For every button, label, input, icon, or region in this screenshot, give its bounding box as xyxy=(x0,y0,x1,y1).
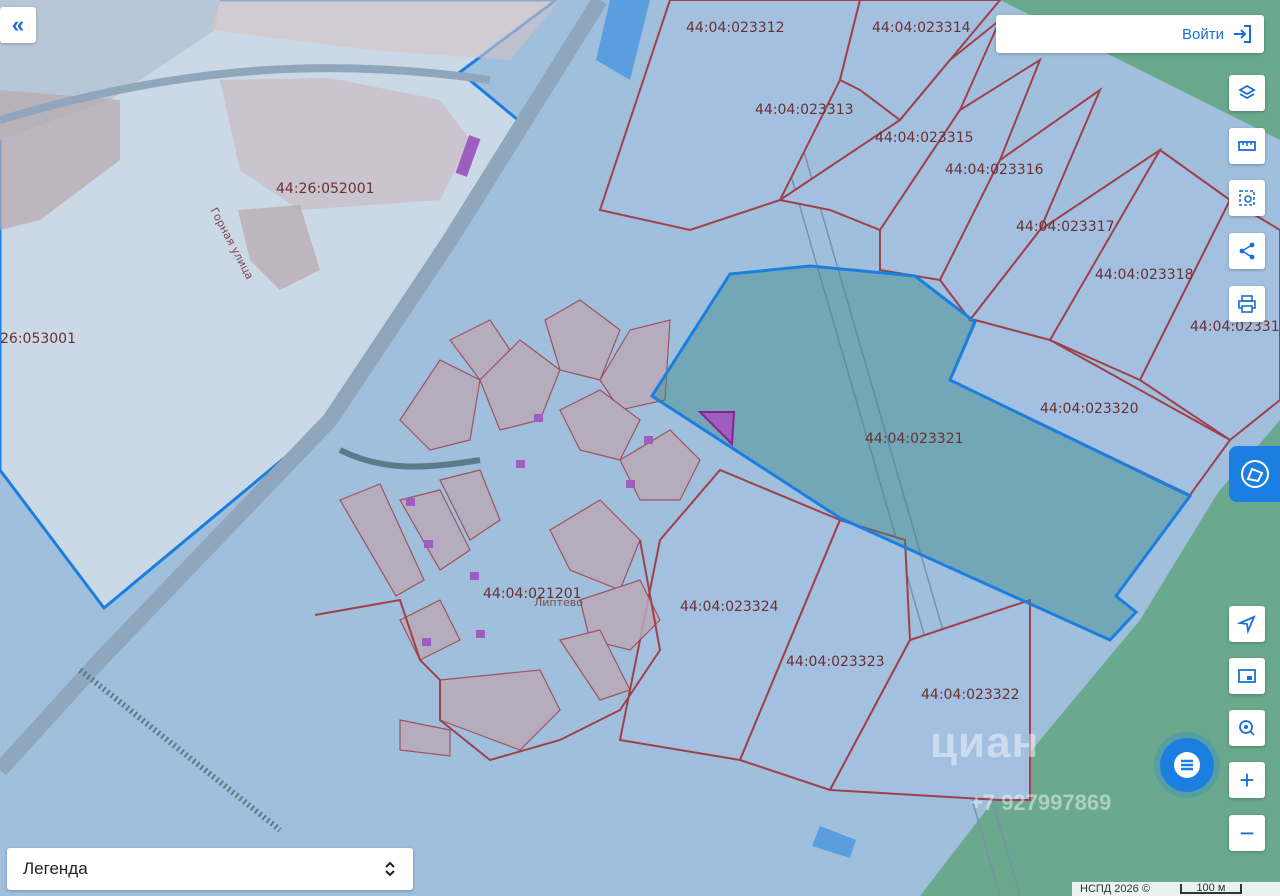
picture-in-picture-icon xyxy=(1238,669,1256,683)
login-label: Войти xyxy=(1182,25,1224,43)
layers-button[interactable] xyxy=(1229,75,1265,111)
picture-in-picture-button[interactable] xyxy=(1229,658,1265,694)
chat-icon xyxy=(1174,752,1200,778)
scale-label: 100 м xyxy=(1196,882,1226,894)
locate-icon xyxy=(1237,615,1256,634)
login-button[interactable]: Войти xyxy=(996,15,1264,53)
parcel-label: 44:26:052001 xyxy=(276,181,375,197)
zoom-out-button[interactable]: − xyxy=(1229,815,1265,851)
zoom-in-icon: + xyxy=(1239,764,1255,795)
legend-panel[interactable]: Легенда xyxy=(7,848,413,890)
parcel-label: 44:04:023314 xyxy=(872,20,971,36)
zoom-out-icon: − xyxy=(1239,817,1255,848)
parcel-label: 44:04:023321 xyxy=(865,431,964,447)
scale-bar: 100 м xyxy=(1179,882,1242,894)
geo-search-icon xyxy=(1239,720,1255,736)
parcel-label: 44:04:023316 xyxy=(945,162,1044,178)
parcel-label: 44:04:023323 xyxy=(786,654,885,670)
parcel-label: 44:04:023322 xyxy=(921,687,1020,703)
geo-search-button[interactable] xyxy=(1229,710,1265,746)
collapse-panel-button[interactable]: « xyxy=(0,7,36,43)
parcel-label: 44:04:023324 xyxy=(680,599,779,615)
ruler-icon xyxy=(1238,141,1256,151)
map-attribution: НСПД 2026 © 100 м xyxy=(1072,882,1280,896)
zoom-in-button[interactable]: + xyxy=(1229,762,1265,798)
sort-updown-icon xyxy=(385,861,395,877)
parcel-label: 44:04:023317 xyxy=(1016,219,1115,235)
watermark-brand: циан xyxy=(930,718,1040,767)
locate-button[interactable] xyxy=(1229,606,1265,642)
share-icon xyxy=(1239,242,1255,260)
parcel-label: 44:04:023318 xyxy=(1095,267,1194,283)
print-button[interactable] xyxy=(1229,286,1265,322)
double-chevron-left-icon: « xyxy=(11,12,25,37)
chat-button[interactable] xyxy=(1160,738,1214,792)
parcel-label: 44:04:023315 xyxy=(875,130,974,146)
login-arrow-icon xyxy=(1234,25,1251,43)
parcel-label: 26:053001 xyxy=(0,331,76,347)
ruler-button[interactable] xyxy=(1229,128,1265,164)
watermark-phone: +7 927997869 xyxy=(970,790,1112,815)
attribution-text: НСПД 2026 © xyxy=(1080,883,1150,895)
object-info-tab[interactable] xyxy=(1229,446,1280,502)
village-label: Липтево xyxy=(534,596,583,609)
legend-label: Легенда xyxy=(23,859,88,878)
select-area-button[interactable] xyxy=(1229,180,1265,216)
share-button[interactable] xyxy=(1229,233,1265,269)
cadastral-map[interactable]: 44:04:023312 44:04:023314 44:04:023313 4… xyxy=(0,0,1280,896)
select-area-icon xyxy=(1239,190,1255,206)
layers-icon xyxy=(1238,84,1256,100)
print-icon xyxy=(1238,295,1256,313)
parcel-label: 44:04:023313 xyxy=(755,102,854,118)
parcel-label: 44:04:023320 xyxy=(1040,401,1139,417)
parcel-label: 44:04:023312 xyxy=(686,20,785,36)
map-object-icon xyxy=(1240,460,1269,488)
